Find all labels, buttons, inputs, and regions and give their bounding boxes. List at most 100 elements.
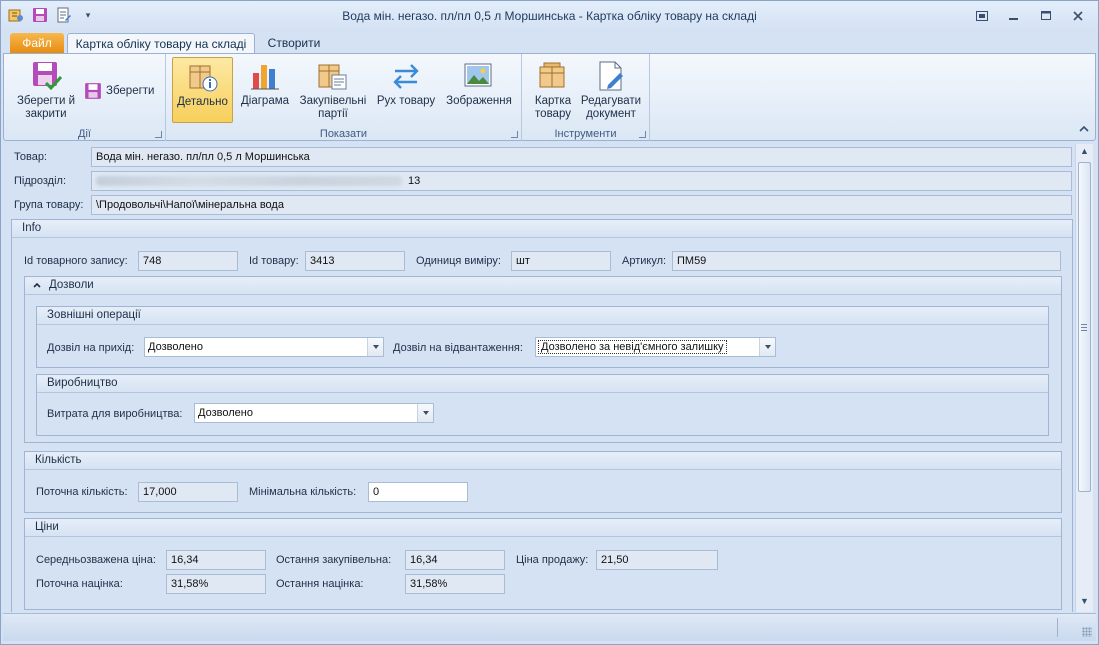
- details-label: Детально: [177, 96, 228, 108]
- collapse-ribbon-icon[interactable]: [1079, 124, 1089, 135]
- division-suffix: 13: [408, 175, 421, 187]
- external-operations-title: Зовнішні операції: [37, 307, 1048, 325]
- details-icon: [189, 65, 217, 92]
- chevron-down-icon[interactable]: [417, 404, 433, 422]
- last-markup-label: Остання націнка:: [276, 578, 364, 590]
- article-field[interactable]: ПМ59: [672, 251, 1061, 271]
- production-consumption-label: Витрата для виробництва:: [47, 408, 183, 420]
- resize-grip-icon[interactable]: [1082, 627, 1092, 637]
- shipment-permission-value: Дозволено за невід'ємного залишку: [538, 340, 727, 354]
- permissions-panel: Дозволи Зовнішні операції Дозвіл на прих…: [24, 276, 1062, 443]
- tab-product-card[interactable]: Картка обліку товару на складі: [67, 33, 255, 54]
- info-panel: Info Id товарного запису: 748 Id товару:…: [11, 219, 1073, 612]
- save-button[interactable]: Зберегти: [84, 82, 154, 100]
- incoming-permission-label: Дозвіл на прихід:: [47, 342, 135, 354]
- product-group-field[interactable]: \Продовольчі\Напої\мінеральна вода: [91, 195, 1072, 215]
- current-markup-field[interactable]: 31,58%: [166, 574, 266, 594]
- status-separator: [1057, 618, 1058, 637]
- sale-price-field[interactable]: 21,50: [596, 550, 718, 570]
- window-controls: [966, 5, 1094, 27]
- save-label: Зберегти: [106, 85, 155, 97]
- shipment-permission-select[interactable]: Дозволено за невід'ємного залишку: [535, 337, 776, 357]
- vertical-scrollbar[interactable]: ▲ ▼: [1075, 144, 1093, 612]
- external-operations-panel: Зовнішні операції Дозвіл на прихід: Дозв…: [36, 306, 1049, 368]
- product-card-button[interactable]: Картка товару: [528, 57, 578, 123]
- dialog-launcher-icon[interactable]: [155, 131, 162, 138]
- scroll-down-icon[interactable]: ▼: [1076, 596, 1093, 606]
- image-icon: [464, 63, 492, 87]
- dialog-launcher-icon[interactable]: [639, 131, 646, 138]
- shipment-permission-label: Дозвіл на відвантаження:: [393, 342, 523, 354]
- details-button[interactable]: Детально: [172, 57, 233, 123]
- chevron-down-icon[interactable]: [367, 338, 383, 356]
- ribbon-group-actions: Зберегти й закрити Зберегти Дії: [4, 54, 166, 141]
- product-id-field[interactable]: 3413: [305, 251, 405, 271]
- production-title: Виробництво: [37, 375, 1048, 393]
- division-label: Підрозділ:: [14, 175, 67, 187]
- status-bar: [3, 613, 1096, 641]
- permissions-panel-header[interactable]: Дозволи: [25, 277, 1061, 295]
- production-panel: Виробництво Витрата для виробництва: Доз…: [36, 374, 1049, 436]
- edit-document-label: Редагувати документ: [580, 95, 642, 120]
- redacted-text: [96, 176, 402, 187]
- incoming-permission-value: Дозволено: [148, 341, 203, 353]
- diagram-button[interactable]: Діаграма: [236, 57, 294, 123]
- restore-ribbon-icon[interactable]: [966, 5, 998, 27]
- production-consumption-value: Дозволено: [198, 407, 253, 419]
- save-icon: [85, 83, 101, 99]
- save-and-close-button[interactable]: Зберегти й закрити: [14, 57, 78, 123]
- close-icon[interactable]: [1062, 5, 1094, 27]
- product-field[interactable]: Вода мін. негазо. пл/пл 0,5 л Моршинська: [91, 147, 1072, 167]
- last-purchase-field[interactable]: 16,34: [405, 550, 505, 570]
- movement-button[interactable]: Рух товару: [374, 57, 438, 123]
- incoming-permission-select[interactable]: Дозволено: [144, 337, 384, 357]
- last-purchase-label: Остання закупівельна:: [276, 554, 392, 566]
- unit-label: Одиниця виміру:: [416, 255, 501, 267]
- ribbon-group-tools: Картка товару Редагувати документ Інстру…: [522, 54, 650, 141]
- scroll-up-icon[interactable]: ▲: [1076, 146, 1093, 156]
- purchase-batches-button[interactable]: Закупівельні партії: [298, 57, 368, 123]
- edit-document-button[interactable]: Редагувати документ: [580, 57, 642, 123]
- ribbon-group-show: Детально Діаграма Закупівельні партії Ру…: [166, 54, 522, 141]
- product-card-icon: [539, 62, 565, 88]
- avg-price-label: Середньозважена ціна:: [36, 554, 156, 566]
- dialog-launcher-icon[interactable]: [511, 131, 518, 138]
- product-label: Товар:: [14, 151, 47, 163]
- chevron-down-icon[interactable]: [759, 338, 775, 356]
- last-markup-field[interactable]: 31,58%: [405, 574, 505, 594]
- image-button[interactable]: Зображення: [442, 57, 516, 123]
- edit-document-icon: [599, 61, 623, 91]
- form-content: Товар: Вода мін. негазо. пл/пл 0,5 л Мор…: [3, 142, 1075, 612]
- tab-file[interactable]: Файл: [10, 33, 64, 54]
- tab-create[interactable]: Створити: [259, 33, 329, 54]
- permissions-title: Дозволи: [49, 279, 94, 291]
- group-label-tools: Інструменти: [554, 128, 617, 140]
- prices-title: Ціни: [25, 519, 1061, 537]
- product-group-label: Група товару:: [14, 199, 84, 211]
- current-quantity-label: Поточна кількість:: [36, 486, 128, 498]
- minimize-icon[interactable]: [998, 5, 1030, 27]
- division-field[interactable]: 13: [91, 171, 1072, 191]
- product-id-label: Id товару:: [249, 255, 299, 267]
- current-quantity-field[interactable]: 17,000: [138, 482, 238, 502]
- movement-label: Рух товару: [376, 95, 436, 107]
- arrows-movement-icon: [393, 64, 419, 89]
- bar-chart-icon: [251, 65, 279, 90]
- group-label-actions: Дії: [78, 128, 91, 140]
- record-id-field[interactable]: 748: [138, 251, 238, 271]
- min-quantity-label: Мінімальна кількість:: [249, 486, 357, 498]
- maximize-icon[interactable]: [1030, 5, 1062, 27]
- unit-field[interactable]: шт: [511, 251, 611, 271]
- chevron-up-icon: [33, 277, 41, 294]
- save-and-close-label: Зберегти й закрити: [16, 95, 76, 120]
- production-consumption-select[interactable]: Дозволено: [194, 403, 434, 423]
- sale-price-label: Ціна продажу:: [516, 554, 589, 566]
- purchase-batches-icon: [318, 64, 347, 90]
- min-quantity-input[interactable]: 0: [368, 482, 468, 502]
- product-card-label: Картка товару: [534, 95, 572, 120]
- diagram-label: Діаграма: [240, 95, 290, 107]
- info-panel-title: Info: [12, 220, 1072, 238]
- purchase-batches-label: Закупівельні партії: [299, 95, 367, 120]
- avg-price-field[interactable]: 16,34: [166, 550, 266, 570]
- app-window: ▾ Вода мін. негазо. пл/пл 0,5 л Моршинсь…: [0, 0, 1099, 645]
